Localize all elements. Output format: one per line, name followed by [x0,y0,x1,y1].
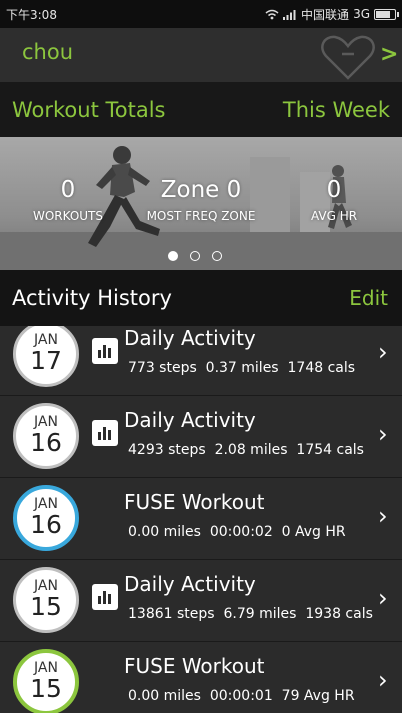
battery-icon [374,8,399,20]
activity-history-title: Activity History [12,286,172,310]
date-badge: JAN 15 [13,567,79,633]
page-dot[interactable] [212,251,222,261]
carousel-page-indicator [168,251,222,261]
activity-item-daily-jan-17[interactable]: JAN 17 Daily Activity 773 steps 0.37 mil… [0,326,402,396]
stats-carousel[interactable]: 0 WORKOUTS Zone 0 MOST FREQ ZONE 0 AVG H… [0,137,402,270]
bar-chart-icon [92,584,118,610]
activity-list[interactable]: JAN 17 Daily Activity 773 steps 0.37 mil… [0,326,402,713]
date-badge: JAN 17 [13,326,79,387]
date-badge: JAN 16 [13,485,79,551]
top-bar: chou > [0,28,402,82]
activity-title: Daily Activity [124,572,256,596]
date-day: 15 [30,592,62,621]
activity-steps: 13861 steps [128,606,215,622]
activity-stats: 13861 steps 6.79 miles 1938 cals [128,606,373,622]
stat-most-freq-zone: Zone 0 MOST FREQ ZONE [136,177,266,223]
date-badge: JAN 15 [13,649,79,713]
page-dot-active[interactable] [168,251,178,261]
activity-distance: 0.00 miles [128,524,201,540]
activity-title: Daily Activity [124,326,256,350]
activity-distance: 0.00 miles [128,688,201,704]
carrier-name: 中国联通 [301,7,350,22]
activity-stats: 0.00 miles 00:00:01 79 Avg HR [128,688,355,704]
activity-stats: 0.00 miles 00:00:02 0 Avg HR [128,524,346,540]
activity-distance: 6.79 miles [223,606,297,622]
chevron-right-icon[interactable]: › [378,338,388,366]
bar-chart-icon [92,338,118,364]
workout-totals-title: Workout Totals [12,97,166,122]
date-month: JAN [34,578,58,594]
stat-workouts: 0 WORKOUTS [0,177,136,223]
activity-item-daily-jan-15[interactable]: JAN 15 Daily Activity 13861 steps 6.79 m… [0,560,402,642]
date-month: JAN [34,496,58,512]
stat-value: Zone 0 [160,177,242,203]
date-month: JAN [34,332,58,348]
stat-value: 0 [60,177,76,203]
activity-history-header: Activity History Edit [0,270,402,326]
activity-stats: 4293 steps 2.08 miles 1754 cals [128,442,364,458]
activity-steps: 773 steps [128,360,197,376]
activity-item-fuse-jan-15[interactable]: JAN 15 FUSE Workout 0.00 miles 00:00:01 … [0,642,402,713]
stats-row: 0 WORKOUTS Zone 0 MOST FREQ ZONE 0 AVG H… [0,177,402,223]
stat-label: AVG HR [310,209,358,223]
date-badge: JAN 16 [13,403,79,469]
activity-calories: 1938 cals [305,606,373,622]
stat-value: 0 [326,177,342,203]
activity-distance: 2.08 miles [214,442,288,458]
stat-avg-hr: 0 AVG HR [266,177,402,223]
status-icons: 中国联通 3G [265,6,399,23]
activity-title: FUSE Workout [124,654,265,678]
stat-label: MOST FREQ ZONE [146,209,256,223]
bar-chart-icon [92,420,118,446]
heart-rate-icon[interactable] [320,34,376,82]
chevron-right-icon[interactable]: › [378,420,388,448]
network-type: 3G [353,7,370,21]
signal-icon [283,9,296,20]
activity-duration: 00:00:01 [209,688,273,704]
chevron-right-icon[interactable]: › [378,666,388,694]
activity-title: FUSE Workout [124,490,265,514]
stat-label: WORKOUTS [32,209,104,223]
date-day: 16 [30,428,62,457]
period-selector[interactable]: This Week [283,98,390,122]
activity-title: Daily Activity [124,408,256,432]
activity-steps: 4293 steps [128,442,206,458]
date-day: 15 [30,674,62,703]
activity-avg-hr: 0 Avg HR [281,524,346,540]
activity-item-daily-jan-16[interactable]: JAN 16 Daily Activity 4293 steps 2.08 mi… [0,396,402,478]
activity-calories: 1748 cals [287,360,356,376]
page-dot[interactable] [190,251,200,261]
activity-item-fuse-jan-16[interactable]: JAN 16 FUSE Workout 0.00 miles 00:00:02 … [0,478,402,560]
wifi-icon [265,9,279,19]
chevron-right-icon[interactable]: › [378,584,388,612]
activity-duration: 00:00:02 [209,524,273,540]
date-day: 17 [30,346,62,375]
activity-calories: 1754 cals [296,442,364,458]
chevron-right-icon[interactable]: › [378,502,388,530]
date-month: JAN [34,660,58,676]
status-time: 下午3:08 [6,7,57,22]
workout-totals-bar: Workout Totals This Week [0,82,402,137]
activity-avg-hr: 79 Avg HR [281,688,355,704]
username[interactable]: chou [22,40,73,64]
activity-stats: 773 steps 0.37 miles 1748 cals [128,360,355,376]
date-month: JAN [34,414,58,430]
next-arrow-icon[interactable]: > [380,42,398,67]
date-day: 16 [30,510,62,539]
status-bar: 下午3:08 中国联通 3G [0,0,402,28]
edit-button[interactable]: Edit [349,286,388,310]
activity-distance: 0.37 miles [205,360,279,376]
